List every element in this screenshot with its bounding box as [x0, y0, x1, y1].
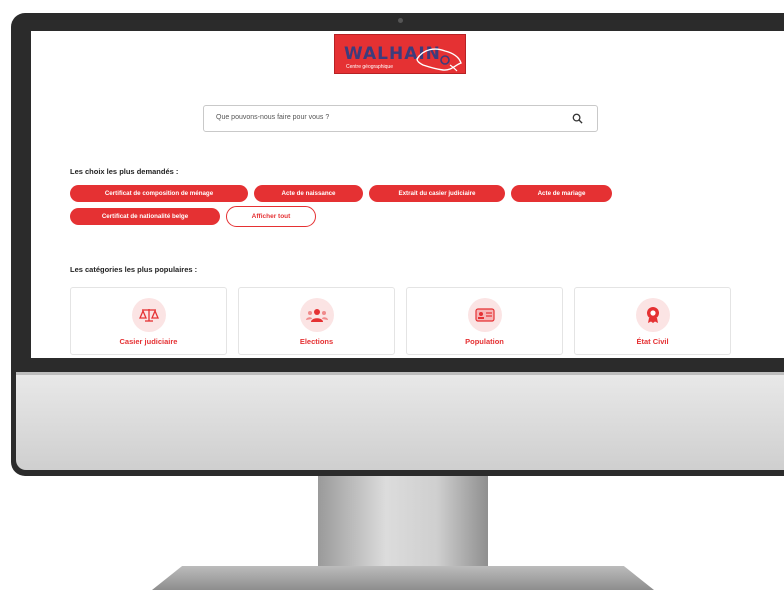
- category-card-etat-civil[interactable]: État Civil: [574, 287, 731, 355]
- monitor-divider: [16, 372, 784, 375]
- choice-pill-composition-menage[interactable]: Certificat de composition de ménage: [70, 185, 248, 202]
- monitor-chin: [16, 372, 784, 470]
- people-icon: [306, 309, 328, 322]
- website-screen: WALHAIN Centre géographique Que pouvons-…: [31, 31, 784, 358]
- popular-categories-heading: Les catégories les plus populaires :: [70, 265, 198, 274]
- search-input[interactable]: Que pouvons-nous faire pour vous ?: [216, 114, 329, 121]
- choice-pill-acte-naissance[interactable]: Acte de naissance: [254, 185, 363, 202]
- monitor-stand-neck: [318, 476, 488, 568]
- category-label: État Civil: [636, 337, 669, 346]
- id-card-icon: [475, 308, 495, 322]
- category-icon-wrap: [300, 298, 334, 332]
- site-logo[interactable]: WALHAIN Centre géographique: [334, 34, 466, 74]
- search-icon[interactable]: [572, 113, 583, 124]
- show-all-button[interactable]: Afficher tout: [226, 206, 316, 227]
- popular-choices-heading: Les choix les plus demandés :: [70, 167, 179, 176]
- monitor-stand-base: [152, 566, 654, 590]
- category-card-casier-judiciaire[interactable]: Casier judiciaire: [70, 287, 227, 355]
- choice-pill-acte-mariage[interactable]: Acte de mariage: [511, 185, 612, 202]
- category-icon-wrap: [636, 298, 670, 332]
- category-card-population[interactable]: Population: [406, 287, 563, 355]
- logo-subtitle: Centre géographique: [346, 64, 393, 70]
- choice-pill-nationalite-belge[interactable]: Certificat de nationalité belge: [70, 208, 220, 225]
- category-label: Elections: [299, 337, 334, 346]
- scales-icon: [139, 309, 159, 322]
- category-icon-wrap: [132, 298, 166, 332]
- category-label: Population: [465, 337, 504, 346]
- category-icon-wrap: [468, 298, 502, 332]
- category-label: Casier judiciaire: [119, 337, 178, 346]
- camera-icon: [398, 18, 403, 23]
- award-icon: [647, 307, 659, 323]
- choice-pill-casier-judiciaire[interactable]: Extrait du casier judiciaire: [369, 185, 505, 202]
- search-box[interactable]: Que pouvons-nous faire pour vous ?: [203, 105, 598, 132]
- category-card-elections[interactable]: Elections: [238, 287, 395, 355]
- map-outline-icon: [416, 48, 462, 72]
